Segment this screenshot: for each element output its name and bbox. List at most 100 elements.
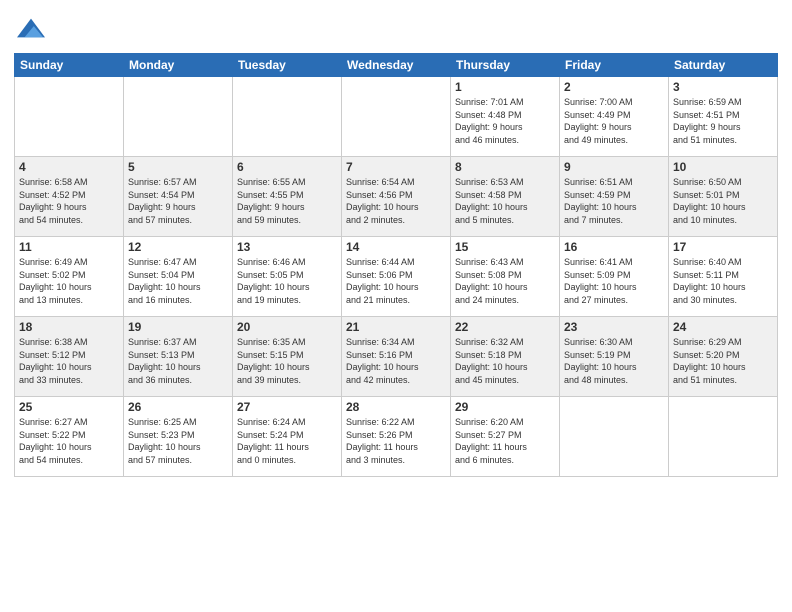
weekday-header: Friday: [560, 54, 669, 77]
calendar-day-cell: 12 Sunrise: 6:47 AM Sunset: 5:04 PM Dayli…: [124, 237, 233, 317]
day-number: 5: [128, 160, 228, 174]
day-number: 16: [564, 240, 664, 254]
day-number: 12: [128, 240, 228, 254]
calendar-day-cell: 29 Sunrise: 6:20 AM Sunset: 5:27 PM Dayli…: [451, 397, 560, 477]
calendar-day-cell: 18Sunrise: 6:38 AM Sunset: 5:12 PM Dayli…: [15, 317, 124, 397]
day-info: Sunrise: 6:30 AM Sunset: 5:19 PM Dayligh…: [564, 336, 664, 386]
day-info: Sunrise: 6:50 AM Sunset: 5:01 PM Dayligh…: [673, 176, 773, 226]
calendar-day-cell: 19 Sunrise: 6:37 AM Sunset: 5:13 PM Dayli…: [124, 317, 233, 397]
calendar-day-cell: 21 Sunrise: 6:34 AM Sunset: 5:16 PM Dayli…: [342, 317, 451, 397]
day-info: Sunrise: 6:20 AM Sunset: 5:27 PM Dayligh…: [455, 416, 555, 466]
weekday-header: Saturday: [669, 54, 778, 77]
day-info: Sunrise: 6:27 AM Sunset: 5:22 PM Dayligh…: [19, 416, 119, 466]
calendar-day-cell: 3Sunrise: 6:59 AM Sunset: 4:51 PM Daylig…: [669, 77, 778, 157]
day-number: 7: [346, 160, 446, 174]
logo-icon: [17, 14, 45, 42]
day-info: Sunrise: 6:57 AM Sunset: 4:54 PM Dayligh…: [128, 176, 228, 226]
calendar-week-row: 25 Sunrise: 6:27 AM Sunset: 5:22 PM Dayli…: [15, 397, 778, 477]
day-number: 19: [128, 320, 228, 334]
weekday-header: Tuesday: [233, 54, 342, 77]
calendar-day-cell: 5 Sunrise: 6:57 AM Sunset: 4:54 PM Daylig…: [124, 157, 233, 237]
calendar-day-cell: 27 Sunrise: 6:24 AM Sunset: 5:24 PM Dayli…: [233, 397, 342, 477]
day-number: 27: [237, 400, 337, 414]
day-info: Sunrise: 6:34 AM Sunset: 5:16 PM Dayligh…: [346, 336, 446, 386]
calendar-week-row: 4 Sunrise: 6:58 AM Sunset: 4:52 PM Daylig…: [15, 157, 778, 237]
calendar-day-cell: 20 Sunrise: 6:35 AM Sunset: 5:15 PM Dayli…: [233, 317, 342, 397]
day-info: Sunrise: 6:49 AM Sunset: 5:02 PM Dayligh…: [19, 256, 119, 306]
page-container: SundayMondayTuesdayWednesdayThursdayFrid…: [0, 0, 792, 487]
day-number: 14: [346, 240, 446, 254]
day-info: Sunrise: 6:24 AM Sunset: 5:24 PM Dayligh…: [237, 416, 337, 466]
day-info: Sunrise: 6:22 AM Sunset: 5:26 PM Dayligh…: [346, 416, 446, 466]
calendar-day-cell: 13 Sunrise: 6:46 AM Sunset: 5:05 PM Dayli…: [233, 237, 342, 317]
calendar-day-cell: 11 Sunrise: 6:49 AM Sunset: 5:02 PM Dayli…: [15, 237, 124, 317]
day-info: Sunrise: 6:29 AM Sunset: 5:20 PM Dayligh…: [673, 336, 773, 386]
day-number: 1: [455, 80, 555, 94]
day-number: 9: [564, 160, 664, 174]
calendar-day-cell: 7Sunrise: 6:54 AM Sunset: 4:56 PM Daylig…: [342, 157, 451, 237]
header: [14, 10, 778, 47]
weekday-header: Monday: [124, 54, 233, 77]
calendar-day-cell: [124, 77, 233, 157]
day-info: Sunrise: 6:37 AM Sunset: 5:13 PM Dayligh…: [128, 336, 228, 386]
calendar-day-cell: [233, 77, 342, 157]
day-info: Sunrise: 6:40 AM Sunset: 5:11 PM Dayligh…: [673, 256, 773, 306]
calendar-table: SundayMondayTuesdayWednesdayThursdayFrid…: [14, 53, 778, 477]
day-number: 26: [128, 400, 228, 414]
day-info: Sunrise: 6:35 AM Sunset: 5:15 PM Dayligh…: [237, 336, 337, 386]
day-info: Sunrise: 6:46 AM Sunset: 5:05 PM Dayligh…: [237, 256, 337, 306]
day-number: 13: [237, 240, 337, 254]
day-info: Sunrise: 6:59 AM Sunset: 4:51 PM Dayligh…: [673, 96, 773, 146]
day-number: 8: [455, 160, 555, 174]
day-number: 17: [673, 240, 773, 254]
calendar-day-cell: 15Sunrise: 6:43 AM Sunset: 5:08 PM Dayli…: [451, 237, 560, 317]
calendar-week-row: 11 Sunrise: 6:49 AM Sunset: 5:02 PM Dayli…: [15, 237, 778, 317]
day-info: Sunrise: 6:43 AM Sunset: 5:08 PM Dayligh…: [455, 256, 555, 306]
day-number: 22: [455, 320, 555, 334]
weekday-header: Wednesday: [342, 54, 451, 77]
day-info: Sunrise: 6:53 AM Sunset: 4:58 PM Dayligh…: [455, 176, 555, 226]
calendar-day-cell: 6 Sunrise: 6:55 AM Sunset: 4:55 PM Daylig…: [233, 157, 342, 237]
calendar-day-cell: 24Sunrise: 6:29 AM Sunset: 5:20 PM Dayli…: [669, 317, 778, 397]
day-number: 4: [19, 160, 119, 174]
calendar-day-cell: 1 Sunrise: 7:01 AM Sunset: 4:48 PM Daylig…: [451, 77, 560, 157]
day-info: Sunrise: 7:01 AM Sunset: 4:48 PM Dayligh…: [455, 96, 555, 146]
day-number: 10: [673, 160, 773, 174]
calendar-day-cell: 22 Sunrise: 6:32 AM Sunset: 5:18 PM Dayli…: [451, 317, 560, 397]
day-info: Sunrise: 6:25 AM Sunset: 5:23 PM Dayligh…: [128, 416, 228, 466]
calendar-day-cell: 23 Sunrise: 6:30 AM Sunset: 5:19 PM Dayli…: [560, 317, 669, 397]
day-number: 6: [237, 160, 337, 174]
calendar-day-cell: 4 Sunrise: 6:58 AM Sunset: 4:52 PM Daylig…: [15, 157, 124, 237]
day-info: Sunrise: 6:38 AM Sunset: 5:12 PM Dayligh…: [19, 336, 119, 386]
weekday-header: Thursday: [451, 54, 560, 77]
calendar-day-cell: 8 Sunrise: 6:53 AM Sunset: 4:58 PM Daylig…: [451, 157, 560, 237]
day-info: Sunrise: 6:32 AM Sunset: 5:18 PM Dayligh…: [455, 336, 555, 386]
day-number: 29: [455, 400, 555, 414]
day-number: 23: [564, 320, 664, 334]
calendar-day-cell: [669, 397, 778, 477]
day-info: Sunrise: 6:51 AM Sunset: 4:59 PM Dayligh…: [564, 176, 664, 226]
calendar-day-cell: 26 Sunrise: 6:25 AM Sunset: 5:23 PM Dayli…: [124, 397, 233, 477]
calendar-day-cell: 2Sunrise: 7:00 AM Sunset: 4:49 PM Daylig…: [560, 77, 669, 157]
day-info: Sunrise: 6:41 AM Sunset: 5:09 PM Dayligh…: [564, 256, 664, 306]
calendar-day-cell: 9 Sunrise: 6:51 AM Sunset: 4:59 PM Daylig…: [560, 157, 669, 237]
day-info: Sunrise: 6:58 AM Sunset: 4:52 PM Dayligh…: [19, 176, 119, 226]
day-info: Sunrise: 6:55 AM Sunset: 4:55 PM Dayligh…: [237, 176, 337, 226]
day-number: 25: [19, 400, 119, 414]
calendar-day-cell: 10 Sunrise: 6:50 AM Sunset: 5:01 PM Dayli…: [669, 157, 778, 237]
calendar-day-cell: [342, 77, 451, 157]
calendar-day-cell: 25 Sunrise: 6:27 AM Sunset: 5:22 PM Dayli…: [15, 397, 124, 477]
day-number: 20: [237, 320, 337, 334]
day-info: Sunrise: 6:47 AM Sunset: 5:04 PM Dayligh…: [128, 256, 228, 306]
calendar-header-row: SundayMondayTuesdayWednesdayThursdayFrid…: [15, 54, 778, 77]
calendar-day-cell: 17 Sunrise: 6:40 AM Sunset: 5:11 PM Dayli…: [669, 237, 778, 317]
calendar-day-cell: 16 Sunrise: 6:41 AM Sunset: 5:09 PM Dayli…: [560, 237, 669, 317]
day-number: 11: [19, 240, 119, 254]
calendar-week-row: 1 Sunrise: 7:01 AM Sunset: 4:48 PM Daylig…: [15, 77, 778, 157]
day-info: Sunrise: 7:00 AM Sunset: 4:49 PM Dayligh…: [564, 96, 664, 146]
calendar-day-cell: 28 Sunrise: 6:22 AM Sunset: 5:26 PM Dayli…: [342, 397, 451, 477]
day-info: Sunrise: 6:44 AM Sunset: 5:06 PM Dayligh…: [346, 256, 446, 306]
day-number: 21: [346, 320, 446, 334]
calendar-day-cell: [15, 77, 124, 157]
day-number: 28: [346, 400, 446, 414]
